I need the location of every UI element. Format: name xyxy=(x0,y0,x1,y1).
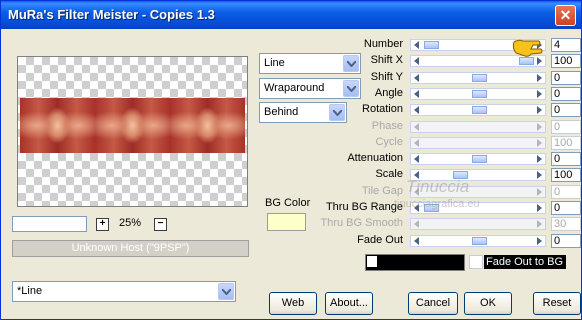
fade-out-slider[interactable] xyxy=(410,235,546,247)
arrow-right-icon xyxy=(537,220,542,228)
fade-to-bg-label: Fade Out to BG xyxy=(484,255,566,269)
thru-bg-range-label: Thru BG Range xyxy=(325,201,403,213)
scale-label: Scale xyxy=(375,168,403,180)
arrow-right-icon[interactable] xyxy=(533,74,544,82)
scale-slider[interactable] xyxy=(410,169,546,181)
arrow-left-icon[interactable] xyxy=(412,171,423,179)
reset-button[interactable]: Reset xyxy=(533,292,581,315)
thru-bg-smooth-value-field: 30 xyxy=(551,217,581,231)
preset-select[interactable]: *Line xyxy=(12,281,236,302)
about-button[interactable]: About... xyxy=(325,292,373,315)
preview-canvas[interactable] xyxy=(17,56,248,207)
thru-bg-smooth-label: Thru BG Smooth xyxy=(320,217,403,229)
title-bar[interactable]: MuRa's Filter Meister - Copies 1.3 ✕ xyxy=(1,1,581,29)
preview-image xyxy=(20,98,245,153)
shift-y-value-field[interactable]: 0 xyxy=(551,71,581,85)
attenuation-slider-thumb[interactable] xyxy=(472,155,487,163)
rotation-slider-thumb[interactable] xyxy=(472,106,487,114)
arrow-right-icon[interactable] xyxy=(533,57,544,65)
arrow-right-icon xyxy=(537,139,542,147)
window-title: MuRa's Filter Meister - Copies 1.3 xyxy=(8,7,215,22)
rotation-slider[interactable] xyxy=(410,104,546,116)
arrow-right-icon xyxy=(537,188,542,196)
arrow-right-icon[interactable] xyxy=(533,90,544,98)
fade-to-bg-checkbox[interactable] xyxy=(469,255,483,269)
angle-value-field[interactable]: 0 xyxy=(551,87,581,101)
arrow-right-icon[interactable] xyxy=(533,155,544,163)
thru-bg-range-slider-thumb[interactable] xyxy=(424,204,439,212)
attenuation-label: Attenuation xyxy=(347,152,403,164)
cycle-slider xyxy=(410,137,546,149)
thru-bg-range-slider[interactable] xyxy=(410,202,546,214)
arrow-left-icon[interactable] xyxy=(412,204,423,212)
zoom-in-button[interactable]: + xyxy=(96,218,109,231)
arrow-right-icon[interactable] xyxy=(533,204,544,212)
tile-gap-label: Tile Gap xyxy=(361,185,403,197)
number-value-field[interactable]: 4 xyxy=(551,38,581,52)
filter-dialog: MuRa's Filter Meister - Copies 1.3 ✕ + 2… xyxy=(0,0,582,320)
number-slider-thumb[interactable] xyxy=(424,41,439,49)
angle-slider[interactable] xyxy=(410,88,546,100)
fade-out-slider-thumb[interactable] xyxy=(472,237,487,245)
phase-value-field: 0 xyxy=(551,120,581,134)
arrow-right-icon[interactable] xyxy=(533,237,544,245)
host-status: Unknown Host ("9PSP") xyxy=(12,240,249,257)
zoom-out-button[interactable]: − xyxy=(154,218,167,231)
arrow-left-icon xyxy=(414,139,419,147)
shift-x-label: Shift X xyxy=(370,54,403,66)
arrow-right-icon[interactable] xyxy=(533,171,544,179)
arrow-left-icon[interactable] xyxy=(412,237,423,245)
shift-y-label: Shift Y xyxy=(370,71,403,83)
tile-gap-value-field: 0 xyxy=(551,185,581,199)
arrow-left-icon xyxy=(414,123,419,131)
zoom-level: 25% xyxy=(119,217,142,229)
tile-gap-slider xyxy=(410,186,546,198)
scale-value-field[interactable]: 100 xyxy=(551,168,581,182)
phase-label: Phase xyxy=(371,120,403,132)
arrow-right-icon[interactable] xyxy=(533,106,544,114)
shift-y-slider[interactable] xyxy=(410,72,546,84)
arrow-left-icon[interactable] xyxy=(412,106,423,114)
shift-y-slider-thumb[interactable] xyxy=(472,74,487,82)
fade-out-value-field[interactable]: 0 xyxy=(551,234,581,248)
preset-select-value: *Line xyxy=(17,285,43,297)
arrow-left-icon[interactable] xyxy=(412,90,423,98)
rotation-value-field[interactable]: 0 xyxy=(551,103,581,117)
rotation-label: Rotation xyxy=(362,103,403,115)
arrow-left-icon[interactable] xyxy=(412,155,423,163)
close-icon: ✕ xyxy=(559,7,572,23)
arrow-left-icon[interactable] xyxy=(412,57,423,65)
cycle-value-field: 100 xyxy=(551,136,581,150)
fade-color-bar[interactable] xyxy=(365,254,465,271)
angle-label: Angle xyxy=(374,87,403,99)
ok-button[interactable]: OK xyxy=(464,292,512,315)
zoom-slider-box[interactable] xyxy=(12,216,87,232)
thru-bg-smooth-slider xyxy=(410,218,546,230)
arrow-right-icon xyxy=(537,123,542,131)
thru-bg-range-value-field[interactable]: 0 xyxy=(551,201,581,215)
scale-slider-thumb[interactable] xyxy=(453,171,468,179)
arrow-left-icon[interactable] xyxy=(412,74,423,82)
cancel-button[interactable]: Cancel xyxy=(408,292,458,315)
shift-x-value-field[interactable]: 100 xyxy=(551,54,581,68)
phase-slider xyxy=(410,121,546,133)
shift-x-slider-thumb[interactable] xyxy=(519,57,534,65)
web-button[interactable]: Web xyxy=(269,292,317,315)
angle-slider-thumb[interactable] xyxy=(472,90,487,98)
number-label: Number xyxy=(363,38,403,50)
arrow-left-icon xyxy=(414,188,419,196)
attenuation-slider[interactable] xyxy=(410,153,546,165)
arrow-left-icon[interactable] xyxy=(412,41,423,49)
attenuation-value-field[interactable]: 0 xyxy=(551,152,581,166)
pointing-hand-icon xyxy=(512,39,543,57)
close-button[interactable]: ✕ xyxy=(555,5,576,26)
arrow-left-icon xyxy=(414,220,419,228)
cycle-label: Cycle xyxy=(375,136,403,148)
fade-out-label: Fade Out xyxy=(357,234,403,246)
chevron-down-icon[interactable] xyxy=(218,283,234,300)
